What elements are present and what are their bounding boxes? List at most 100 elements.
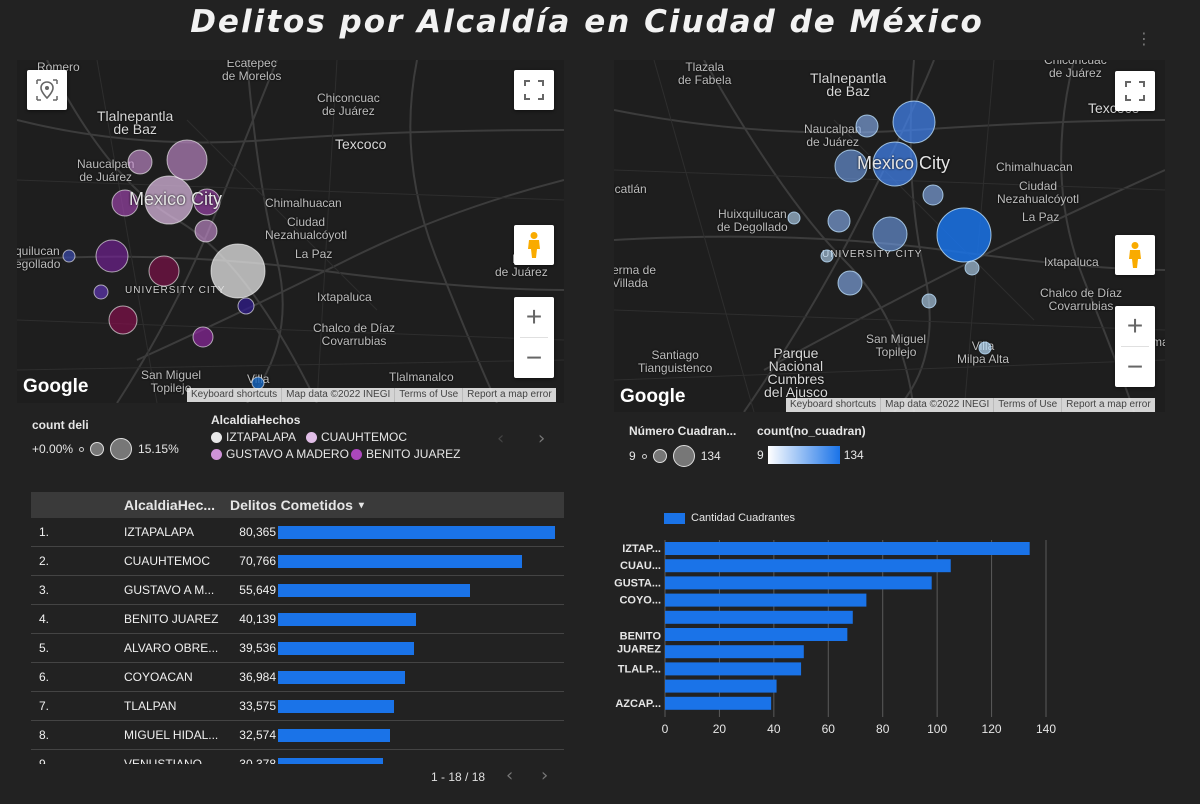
row-delitos-bar xyxy=(278,555,522,568)
column-alcaldia-header[interactable]: AlcaldiaHec... xyxy=(124,497,230,513)
map-label-mexico-city: Mexico City xyxy=(129,189,223,209)
report-map-error-link[interactable]: Report a map error xyxy=(1061,398,1154,412)
bubble-iztapalapa xyxy=(210,243,266,299)
row-delitos-bar xyxy=(278,613,417,626)
map-data-text: Map data ©2022 INEGI xyxy=(880,398,993,412)
y-category-label: IZTAP... xyxy=(622,543,661,555)
bar[interactable] xyxy=(665,576,932,590)
fullscreen-icon[interactable] xyxy=(1115,71,1155,111)
pegman-icon[interactable] xyxy=(514,225,554,265)
bar[interactable] xyxy=(665,542,1030,555)
zoom-in-icon[interactable]: + xyxy=(1115,306,1155,346)
x-tick-label: 80 xyxy=(876,722,890,736)
keyboard-shortcuts-link[interactable]: Keyboard shortcuts xyxy=(786,398,880,412)
bar[interactable] xyxy=(665,662,802,676)
x-tick-label: 20 xyxy=(713,722,727,736)
size-large-dot xyxy=(672,445,695,467)
zoom-in-icon[interactable]: + xyxy=(514,297,554,337)
x-tick-label: 40 xyxy=(767,722,781,736)
row-index: 7. xyxy=(39,699,50,713)
legend-dot xyxy=(306,431,317,443)
row-bar-cell xyxy=(278,518,564,546)
color-legend-min: 9 xyxy=(757,448,764,462)
delitos-table: AlcaldiaHec... Delitos Cometidos ▾ 1. IZT… xyxy=(31,492,564,764)
zoom-control[interactable]: + − xyxy=(514,297,554,378)
map2-color-legend: count(no_cuadran) 9 134 xyxy=(757,424,866,464)
size-legend-title: Número Cuadran... xyxy=(629,424,737,438)
legend-prev-icon[interactable]: ‹ xyxy=(497,428,504,449)
map-delitos-alcaldia[interactable]: Romero Ecatepec de Morelos Tlalnepantla … xyxy=(17,60,564,403)
fullscreen-icon[interactable] xyxy=(514,70,554,110)
table-row[interactable]: 9. VENUSTIANO ... 30,378 xyxy=(31,750,564,764)
row-delitos-bar xyxy=(278,671,406,684)
pegman-icon[interactable] xyxy=(1115,235,1155,275)
row-delitos-bar xyxy=(278,584,470,597)
row-alcaldia: MIGUEL HIDAL... xyxy=(124,728,219,742)
more-options-icon[interactable]: ⋮ xyxy=(1136,31,1152,56)
row-index: 5. xyxy=(39,641,50,655)
zoom-control[interactable]: + − xyxy=(1115,306,1155,387)
zoom-out-icon[interactable]: − xyxy=(1115,347,1155,387)
bubble-iztapalapa xyxy=(936,207,992,263)
bar[interactable] xyxy=(665,645,804,659)
row-delitos-value: 33,575 xyxy=(239,699,276,713)
row-delitos-value: 36,984 xyxy=(239,670,276,684)
table-body: 1. IZTAPALAPA 80,365 2. CUAUHTEMOC 70,766 3. GU… xyxy=(31,518,564,764)
y-category-label: CUAU... xyxy=(620,560,661,572)
pager-next-icon[interactable]: › xyxy=(541,765,548,786)
color-legend-max: 134 xyxy=(843,448,864,462)
bubble-coyoacan xyxy=(148,255,180,287)
bar[interactable] xyxy=(665,679,777,693)
keyboard-shortcuts-link[interactable]: Keyboard shortcuts xyxy=(187,388,281,402)
row-index: 4. xyxy=(39,612,50,626)
table-row[interactable]: 7. TLALPAN 33,575 xyxy=(31,692,564,721)
color-legend-title: count(no_cuadran) xyxy=(757,424,866,438)
row-delitos-value: 30,378 xyxy=(239,757,276,764)
row-delitos-bar xyxy=(278,758,383,764)
terms-of-use-link[interactable]: Terms of Use xyxy=(993,398,1061,412)
table-row[interactable]: 3. GUSTAVO A M... 55,649 xyxy=(31,576,564,605)
map-cuadrantes[interactable]: Tlazala de Fabela Tlalnepantla de Baz Ch… xyxy=(614,60,1165,412)
table-row[interactable]: 8. MIGUEL HIDAL... 32,574 xyxy=(31,721,564,750)
y-category-label: GUSTA... xyxy=(614,577,661,589)
pager-prev-icon[interactable]: ‹ xyxy=(506,765,513,786)
bar[interactable] xyxy=(665,559,951,573)
column-delitos-label: Delitos Cometidos xyxy=(230,497,353,513)
column-delitos-header[interactable]: Delitos Cometidos ▾ xyxy=(230,497,364,513)
bar[interactable] xyxy=(665,593,867,607)
row-bar-cell xyxy=(278,547,564,575)
table-row[interactable]: 6. COYOACAN 36,984 xyxy=(31,663,564,692)
bar[interactable] xyxy=(665,610,853,624)
legend-dot xyxy=(211,448,222,460)
terms-of-use-link[interactable]: Terms of Use xyxy=(394,388,462,402)
bar[interactable] xyxy=(665,628,848,641)
y-category-label: JUAREZ xyxy=(617,644,661,656)
legend-item-iztapalapa[interactable]: IZTAPALAPA xyxy=(211,430,306,444)
bubble-iztacalco xyxy=(922,184,944,206)
bar[interactable] xyxy=(665,696,772,710)
bubble-iztacalco xyxy=(194,219,218,243)
table-row[interactable]: 5. ALVARO OBRE... 39,536 xyxy=(31,634,564,663)
row-delitos-bar xyxy=(278,642,415,655)
table-row[interactable]: 2. CUAUHTEMOC 70,766 xyxy=(31,547,564,576)
page-title: Delitos por Alcaldía en Ciudad de México xyxy=(190,4,984,40)
size-legend-min: 9 xyxy=(629,449,636,463)
legend-item-cuauhtemoc[interactable]: CUAUHTEMOC xyxy=(306,430,456,444)
table-row[interactable]: 4. BENITO JUAREZ 40,139 xyxy=(31,605,564,634)
bubble-magdalena xyxy=(820,249,834,263)
legend-next-icon[interactable]: › xyxy=(538,428,545,449)
size-small-dot xyxy=(79,446,85,452)
row-bar-cell xyxy=(278,750,564,764)
legend-item-benito-juarez[interactable]: BENITO JUAREZ xyxy=(351,447,461,461)
zoom-out-icon[interactable]: − xyxy=(514,338,554,378)
legend-item-gustavo-a-madero[interactable]: GUSTAVO A MADERO xyxy=(211,447,351,461)
table-row[interactable]: 1. IZTAPALAPA 80,365 xyxy=(31,518,564,547)
row-bar-cell xyxy=(278,634,564,662)
map-locate-icon[interactable] xyxy=(27,70,67,110)
row-delitos-value: 70,766 xyxy=(239,554,276,568)
row-delitos-bar xyxy=(278,729,391,742)
legend-dot xyxy=(351,448,362,460)
report-map-error-link[interactable]: Report a map error xyxy=(462,388,555,402)
row-delitos-value: 55,649 xyxy=(239,583,276,597)
row-alcaldia: CUAUHTEMOC xyxy=(124,554,210,568)
